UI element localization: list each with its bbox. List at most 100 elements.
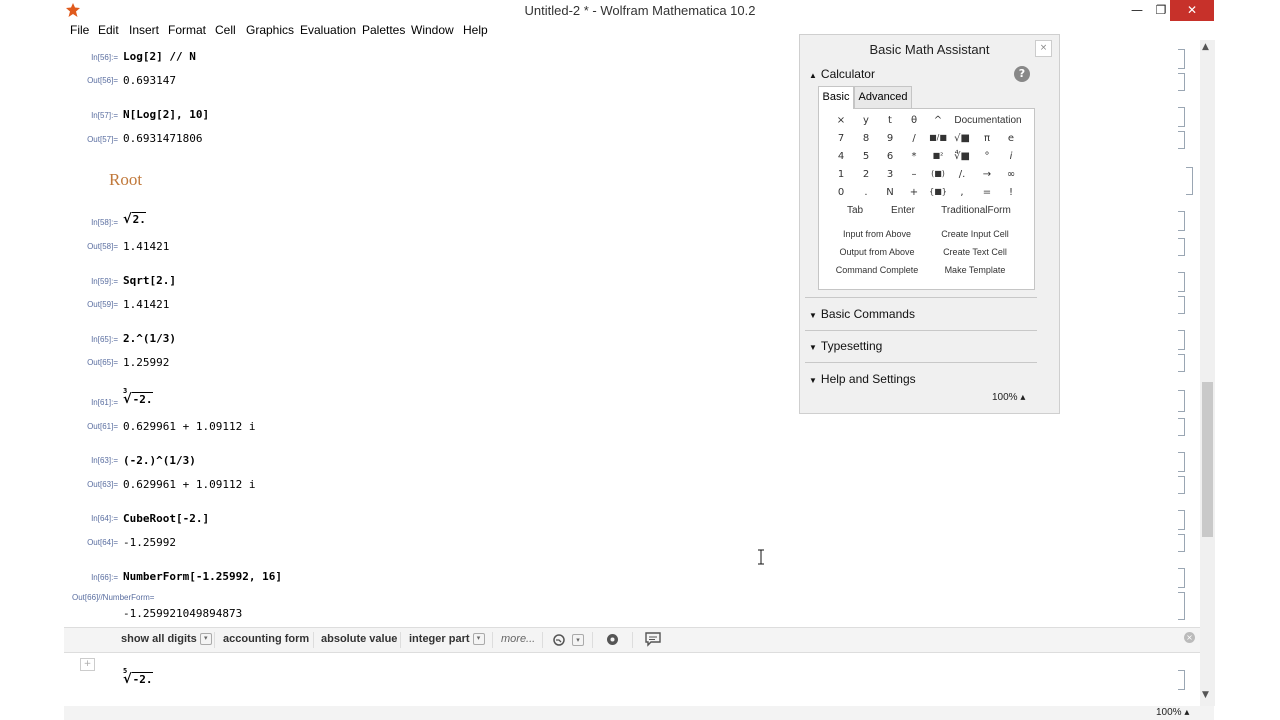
suggestion-more[interactable]: more... <box>501 633 535 645</box>
key[interactable]: / <box>903 133 925 144</box>
zoom-control[interactable]: 100% ▴ <box>1156 707 1189 718</box>
input-cell[interactable]: √2. <box>123 212 146 227</box>
input-cell[interactable]: CubeRoot[-2.] <box>123 512 209 525</box>
key[interactable]: 5 <box>855 151 877 162</box>
menu-cell[interactable]: Cell <box>215 23 236 37</box>
key[interactable]: θ <box>903 115 925 126</box>
menu-evaluation[interactable]: Evaluation <box>300 23 356 37</box>
key[interactable]: e <box>1000 133 1022 144</box>
menu-graphics[interactable]: Graphics <box>246 23 294 37</box>
output-cell[interactable]: -1.25992 <box>123 536 176 549</box>
input-from-above-button[interactable]: Input from Above <box>829 229 925 239</box>
menu-file[interactable]: File <box>70 23 89 37</box>
key[interactable]: 7 <box>830 133 852 144</box>
menu-help[interactable]: Help <box>463 23 488 37</box>
menu-window[interactable]: Window <box>411 23 454 37</box>
tab-key[interactable]: Tab <box>833 205 877 216</box>
dropdown-icon[interactable]: ▾ <box>199 633 212 646</box>
cell-bracket[interactable] <box>1178 272 1185 292</box>
cell-bracket[interactable] <box>1178 330 1185 350</box>
cell-bracket[interactable] <box>1178 568 1185 588</box>
menu-edit[interactable]: Edit <box>98 23 119 37</box>
cell-bracket[interactable] <box>1178 49 1185 69</box>
cell-bracket[interactable] <box>1178 592 1185 620</box>
zoom-up-icon[interactable]: ▴ <box>1020 392 1025 403</box>
key[interactable]: i <box>1000 151 1022 162</box>
output-cell[interactable]: 0.629961 + 1.09112 i <box>123 420 255 433</box>
input-cell[interactable]: N[Log[2], 10] <box>123 108 209 121</box>
key[interactable]: ■² <box>927 151 949 160</box>
help-icon[interactable]: ? <box>1014 66 1030 82</box>
cell-bracket[interactable] <box>1178 107 1185 127</box>
key[interactable]: N <box>879 187 901 198</box>
tab-advanced[interactable]: Advanced <box>854 86 912 108</box>
new-input-cell[interactable]: 5 √-2. <box>123 667 153 687</box>
key[interactable]: /. <box>951 169 973 180</box>
output-cell[interactable]: 1.41421 <box>123 298 169 311</box>
palette-zoom-control[interactable]: 100% ▴ <box>992 392 1025 403</box>
help-and-settings-section-header[interactable]: ▼ Help and Settings <box>809 372 916 386</box>
key[interactable]: √■ <box>951 133 973 144</box>
output-cell[interactable]: 0.629961 + 1.09112 i <box>123 478 255 491</box>
key[interactable]: 3 <box>879 169 901 180</box>
key[interactable]: . <box>855 187 877 198</box>
key[interactable]: ∞ <box>1000 169 1022 180</box>
output-cell[interactable]: 1.25992 <box>123 356 169 369</box>
enter-key[interactable]: Enter <box>881 205 925 216</box>
cell-bracket[interactable] <box>1178 131 1185 149</box>
cell-bracket[interactable] <box>1178 238 1185 256</box>
history-icon[interactable] <box>552 633 566 647</box>
input-cell[interactable]: Sqrt[2.] <box>123 274 176 287</box>
cell-bracket[interactable] <box>1178 73 1185 91</box>
key[interactable]: 6 <box>879 151 901 162</box>
key[interactable]: 0 <box>830 187 852 198</box>
key[interactable]: × <box>830 115 852 126</box>
cell-bracket[interactable] <box>1178 476 1185 494</box>
create-input-cell-button[interactable]: Create Input Cell <box>927 229 1023 239</box>
key[interactable]: y <box>855 115 877 126</box>
key[interactable]: ! <box>1000 187 1022 198</box>
key[interactable]: ∜■ <box>951 151 973 162</box>
cell-bracket[interactable] <box>1178 418 1185 436</box>
key[interactable]: 4 <box>830 151 852 162</box>
cell-bracket[interactable] <box>1186 167 1193 195</box>
cell-bracket[interactable] <box>1178 510 1185 530</box>
key[interactable]: – <box>903 169 925 180</box>
gear-icon[interactable] <box>605 632 620 647</box>
key[interactable]: 8 <box>855 133 877 144</box>
suggestion-integer-part[interactable]: integer part ▾ <box>409 633 485 646</box>
key[interactable]: ° <box>976 151 998 162</box>
scrollbar-thumb[interactable] <box>1202 382 1213 537</box>
key[interactable]: t <box>879 115 901 126</box>
command-complete-button[interactable]: Command Complete <box>829 265 925 275</box>
key[interactable]: 2 <box>855 169 877 180</box>
documentation-button[interactable]: Documentation <box>951 115 1025 126</box>
close-window-button[interactable]: ✕ <box>1170 0 1214 21</box>
add-cell-icon[interactable]: + <box>80 658 95 671</box>
input-cell[interactable]: Log[2] // N <box>123 50 196 63</box>
cell-bracket[interactable] <box>1178 296 1185 314</box>
suggestion-absolute-value[interactable]: absolute value <box>321 633 397 645</box>
input-cell[interactable]: NumberForm[-1.25992, 16] <box>123 570 282 583</box>
dropdown-icon[interactable]: ▾ <box>472 633 485 646</box>
scroll-up-icon[interactable]: ▲ <box>1202 42 1209 52</box>
cell-bracket[interactable] <box>1178 211 1185 231</box>
output-cell[interactable]: 0.693147 <box>123 74 176 87</box>
zoom-up-icon[interactable]: ▴ <box>1184 707 1189 718</box>
palette-scrollbar[interactable] <box>1044 67 1054 387</box>
menu-format[interactable]: Format <box>168 23 206 37</box>
input-cell[interactable]: (-2.)^(1/3) <box>123 454 196 467</box>
suggestion-show-all-digits[interactable]: show all digits ▾ <box>121 633 212 646</box>
scroll-down-icon[interactable]: ▼ <box>1202 690 1209 700</box>
key[interactable]: ^ <box>927 115 949 126</box>
cell-bracket[interactable] <box>1178 390 1185 412</box>
key[interactable]: (■) <box>927 169 949 178</box>
palette-close-button[interactable]: × <box>1035 40 1052 57</box>
feedback-icon[interactable] <box>645 632 661 647</box>
output-cell[interactable]: 1.41421 <box>123 240 169 253</box>
key[interactable]: = <box>976 187 998 198</box>
typesetting-section-header[interactable]: ▼ Typesetting <box>809 339 882 353</box>
calculator-section-header[interactable]: ▲ Calculator <box>809 67 875 81</box>
key[interactable]: {■} <box>927 187 949 196</box>
output-from-above-button[interactable]: Output from Above <box>829 247 925 257</box>
